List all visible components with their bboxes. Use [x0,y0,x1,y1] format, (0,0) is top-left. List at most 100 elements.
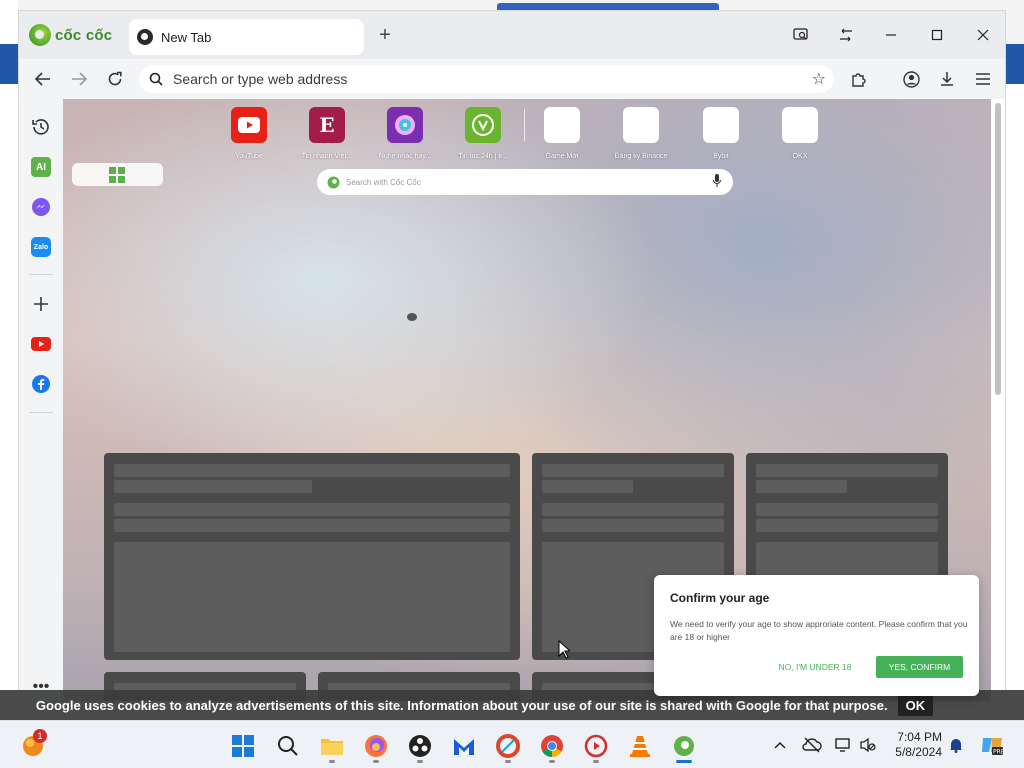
firefox-icon[interactable] [363,733,389,759]
shortcut-label: OKX [792,153,808,160]
obs-icon[interactable] [407,733,433,759]
shortcut-bybit[interactable]: Bybit [681,107,761,160]
coccoc-logo-icon [29,24,51,46]
youtube-icon [231,107,267,143]
sidebar-search-icon[interactable] [787,23,815,47]
confirm-age-button[interactable]: YES, CONFIRM [876,656,963,678]
clock-time: 7:04 PM [897,730,942,744]
windows-taskbar: 7:04 PM 5/8/2024 PRE [0,720,1024,768]
copilot-icon[interactable]: PRE [980,735,1004,756]
shortcut-label: Bybit [713,153,729,160]
address-placeholder: Search or type web address [173,71,348,87]
ai-assistant-icon[interactable]: AI [30,156,52,178]
address-bar[interactable]: Search or type web address ☆ [139,65,834,93]
newtab-search-box[interactable]: Search with Cốc Cốc [317,169,733,195]
tab-title: New Tab [161,29,212,45]
music-disc-icon [387,107,423,143]
tab-switch-icon[interactable] [832,23,860,47]
search-icon [149,72,163,86]
profile-icon[interactable] [899,67,923,91]
shortcut-youtube[interactable]: YouTube [209,107,289,160]
blank-tile-icon [623,107,659,143]
background-page-left [0,0,18,720]
running-indicator [593,760,599,763]
dialog-message: We need to verify your age to show appro… [670,619,968,642]
shortcut-okx[interactable]: OKX [760,107,840,160]
shortcut-game-moi[interactable]: Game Mới [522,107,602,160]
new-tab-button[interactable]: + [375,25,395,45]
zalo-icon[interactable]: Zalo [30,236,52,258]
under-18-button[interactable]: NO, I'M UNDER 18 [768,656,862,678]
background-insect [407,313,417,321]
maximize-button[interactable] [923,23,951,47]
shortcut-label: Game Mới [545,153,579,160]
add-app-icon[interactable] [30,293,52,315]
page-scrollbar[interactable] [991,99,1005,701]
tab-new-tab[interactable]: New Tab [129,19,364,55]
running-indicator [549,760,555,763]
back-button[interactable] [31,67,55,91]
file-explorer-icon[interactable] [319,733,345,759]
start-menu-icon[interactable] [230,733,256,759]
mouse-cursor-icon [558,639,572,664]
cookie-text: Google uses cookies to analyze advertise… [35,697,888,713]
e-icon: E [309,107,345,143]
messenger-icon[interactable] [30,196,52,218]
ccleaner-icon[interactable] [495,733,521,759]
menu-icon[interactable] [971,67,995,91]
shortcut-label: Tin tuc 24h | ti... [458,153,508,160]
active-app-indicator [676,760,692,763]
system-clock[interactable]: 7:04 PM 5/8/2024 [890,730,942,760]
shortcut-binance[interactable]: Đăng ký Binance [601,107,681,160]
chrome-icon[interactable] [539,733,565,759]
newtab-search-placeholder: Search with Cốc Cốc [346,177,421,187]
blank-tile-icon [544,107,580,143]
bookmark-star-icon[interactable]: ☆ [812,69,826,89]
svg-text:PRE: PRE [993,749,1004,756]
malwarebytes-icon[interactable] [451,733,477,759]
extensions-icon[interactable] [847,67,871,91]
scrollbar-thumb[interactable] [995,103,1001,395]
forward-button[interactable] [67,67,91,91]
tab-bar: cốc cốc New Tab + [19,11,1005,59]
background-page-right [1006,84,1024,690]
notification-bell-icon[interactable] [946,735,966,755]
microphone-icon[interactable] [713,174,721,188]
running-indicator [505,760,511,763]
onedrive-offline-icon[interactable] [802,735,822,755]
apps-button[interactable] [72,163,163,186]
clock-date: 5/8/2024 [895,745,942,759]
cookie-ok-button[interactable]: OK [897,694,934,716]
network-icon[interactable] [834,735,854,755]
shortcut-label: YouTube [235,153,263,160]
reload-button[interactable] [103,67,127,91]
v-icon [465,107,501,143]
running-indicator [373,760,379,763]
sidebar-divider [29,274,53,275]
blank-tile-icon [782,107,818,143]
coccoc-taskbar-icon[interactable] [671,733,697,759]
media-player-icon[interactable] [583,733,609,759]
facebook-sidebar-icon[interactable] [30,373,52,395]
shortcut-nghe-nhac[interactable]: Nghe nhạc hay... [365,107,445,160]
download-icon[interactable] [935,67,959,91]
youtube-sidebar-icon[interactable] [30,333,52,355]
history-icon[interactable] [30,116,52,138]
shortcut-tin-nhanh[interactable]: E Tin nhanh Việt... [287,107,367,160]
shortcut-tin-tuc[interactable]: Tin tuc 24h | ti... [443,107,523,160]
shortcut-label: Nghe nhạc hay... [378,153,432,160]
vlc-icon[interactable] [627,733,653,759]
browser-logo[interactable]: cốc cốc [29,24,112,46]
minimize-button[interactable] [877,23,905,47]
running-indicator [329,760,335,763]
shortcut-label: Tin nhanh Việt... [301,153,353,160]
volume-muted-icon[interactable] [858,735,878,755]
close-button[interactable] [969,23,997,47]
notification-badge: 1 [33,729,47,743]
browser-brand: cốc cốc [55,26,113,44]
blank-tile-icon [703,107,739,143]
taskbar-search-icon[interactable] [275,733,301,759]
navigation-toolbar: Search or type web address ☆ [19,59,1005,99]
dialog-title: Confirm your age [670,591,770,605]
show-hidden-icons-icon[interactable] [770,735,790,755]
